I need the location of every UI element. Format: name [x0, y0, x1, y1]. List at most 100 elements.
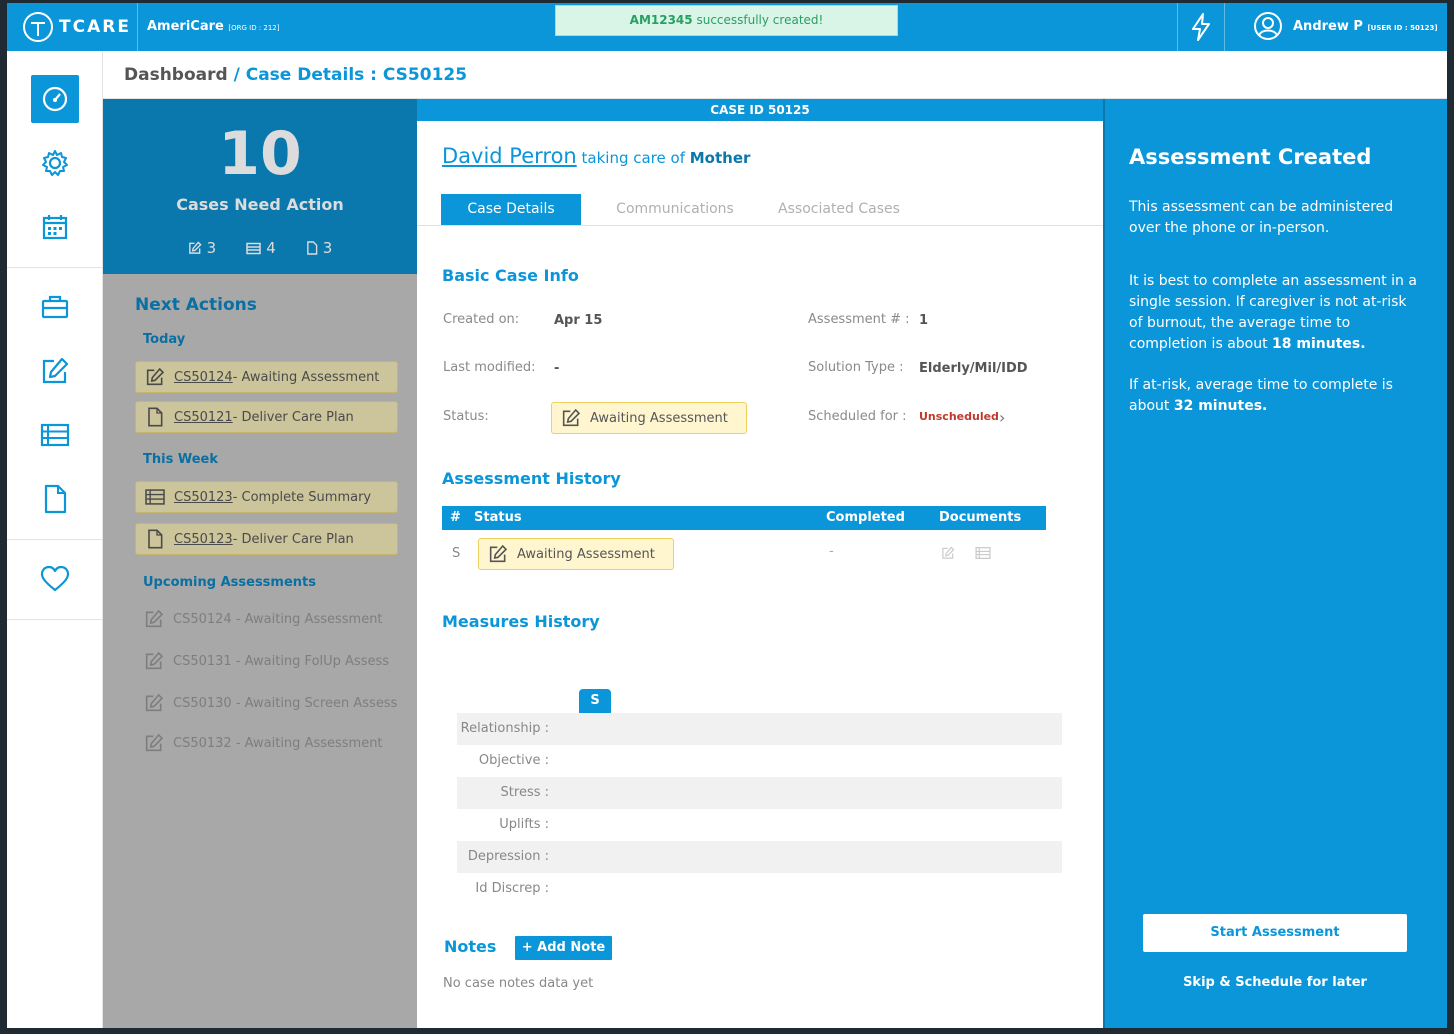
nav-dashboard[interactable] [31, 75, 79, 123]
list-icon[interactable] [975, 545, 991, 564]
action-text: - Deliver Care Plan [232, 409, 354, 425]
col-status: Status [474, 510, 522, 525]
action-case-id[interactable]: CS50124 [174, 370, 233, 385]
skip-schedule-link[interactable]: Skip & Schedule for later [1143, 975, 1407, 990]
measure-label: Uplifts : [499, 817, 549, 832]
next-actions-panel: 10 Cases Need Action 3 4 3 Next Actions … [103, 99, 417, 1028]
measure-row: Relationship : [457, 713, 1062, 745]
case-details-panel: CASE ID 50125 David Perron taking care o… [417, 99, 1103, 1028]
action-item[interactable]: CS50124 - Awaiting Assessment [135, 361, 398, 393]
doc-count-value: 3 [322, 239, 333, 257]
breadcrumb-current: / Case Details : CS50125 [227, 65, 468, 85]
upcoming-text: CS50130 - Awaiting Screen Assess [173, 695, 398, 711]
nav-calendar[interactable] [31, 203, 79, 251]
edit-icon [143, 650, 165, 672]
measure-row: Objective : [457, 745, 1062, 777]
quick-action-button[interactable] [1177, 3, 1225, 51]
bolt-icon [1192, 13, 1210, 41]
measure-row: Uplifts : [457, 809, 1062, 841]
left-nav [7, 51, 103, 1028]
nav-documents[interactable] [31, 475, 79, 523]
action-item[interactable]: CS50123 - Complete Summary [135, 481, 398, 513]
user-menu[interactable]: Andrew P [USER ID : 50123] [1253, 11, 1438, 41]
start-assessment-button[interactable]: Start Assessment [1143, 914, 1407, 952]
nav-divider [7, 539, 103, 540]
upcoming-text: CS50132 - Awaiting Assessment [173, 735, 383, 751]
panel-paragraph: It is best to complete an assessment in … [1129, 271, 1419, 355]
add-note-button[interactable]: + Add Note [515, 936, 612, 960]
chevron-right-icon[interactable]: › [999, 408, 1005, 427]
action-case-id[interactable]: CS50123 [174, 490, 233, 505]
col-documents: Documents [939, 510, 1022, 525]
this-week-label: This Week [143, 452, 218, 467]
edit-count[interactable]: 3 [188, 239, 216, 257]
calendar-icon [42, 215, 68, 240]
list-count[interactable]: 4 [246, 239, 276, 257]
user-name-text: Andrew P [1293, 18, 1363, 34]
toast-message: successfully created! [692, 13, 824, 27]
tab-case-details[interactable]: Case Details [441, 194, 581, 225]
top-bar: TCARE AmeriCare [ORG ID : 212] AM12345 s… [7, 3, 1447, 51]
upcoming-text: CS50131 - Awaiting FolUp Assess [173, 653, 390, 669]
nav-care[interactable] [31, 555, 79, 603]
col-completed: Completed [826, 510, 905, 525]
action-case-id[interactable]: CS50123 [174, 532, 233, 547]
cases-count-label: Cases Need Action [176, 195, 344, 214]
upcoming-item[interactable]: CS50124 - Awaiting Assessment [143, 607, 383, 631]
assessment-history-header: # Status Completed Documents [442, 506, 1046, 530]
scheduled-value[interactable]: Unscheduled [919, 410, 999, 423]
measure-label: Stress : [500, 785, 549, 800]
toast-id: AM12345 [629, 13, 693, 27]
nav-summaries[interactable] [31, 411, 79, 459]
last-modified-value: - [554, 361, 560, 376]
last-modified-label: Last modified: [443, 360, 536, 375]
caregiver-name[interactable]: David Perron [442, 144, 577, 168]
org-id: [ORG ID : 212] [228, 24, 280, 32]
today-label: Today [143, 332, 186, 347]
breadcrumb-dashboard[interactable]: Dashboard [124, 65, 228, 85]
action-text: - Deliver Care Plan [232, 531, 354, 547]
app-window: TCARE AmeriCare [ORG ID : 212] AM12345 s… [7, 3, 1447, 1028]
measures-column-tag[interactable]: S [579, 689, 611, 713]
care-recipient: Mother [689, 149, 751, 167]
edit-icon [561, 408, 581, 428]
assessment-history-title: Assessment History [442, 469, 621, 488]
document-icon [144, 406, 166, 428]
action-text: - Awaiting Assessment [232, 369, 380, 385]
assessment-created-panel: Assessment Created This assessment can b… [1103, 99, 1447, 1028]
upcoming-item[interactable]: CS50130 - Awaiting Screen Assess [143, 691, 397, 715]
panel-title: Assessment Created [1129, 145, 1372, 169]
edit-icon[interactable] [941, 545, 955, 564]
created-label: Created on: [443, 312, 520, 327]
measure-row: Id Discrep : [457, 873, 1062, 905]
logo[interactable]: TCARE [23, 12, 131, 42]
user-id: [USER ID : 50123] [1367, 23, 1438, 32]
upcoming-item[interactable]: CS50131 - Awaiting FolUp Assess [143, 649, 389, 673]
action-case-id[interactable]: CS50121 [174, 410, 233, 425]
basic-case-info-title: Basic Case Info [442, 266, 579, 285]
history-status-badge[interactable]: Awaiting Assessment [478, 538, 674, 570]
created-value: Apr 15 [554, 313, 603, 328]
panel-paragraph: This assessment can be administered over… [1129, 199, 1394, 236]
next-actions-title: Next Actions [135, 295, 257, 315]
status-badge[interactable]: Awaiting Assessment [551, 402, 747, 434]
upcoming-item[interactable]: CS50132 - Awaiting Assessment [143, 731, 383, 755]
org-name-text: AmeriCare [147, 19, 224, 34]
tab-communications[interactable]: Communications [607, 194, 743, 225]
assessment-number-label: Assessment # : [808, 312, 910, 327]
measure-label: Relationship : [460, 721, 549, 736]
action-item[interactable]: CS50121 - Deliver Care Plan [135, 401, 398, 433]
measure-label: Objective : [478, 753, 549, 768]
tab-associated-cases[interactable]: Associated Cases [769, 194, 909, 225]
edit-icon [42, 357, 69, 384]
edit-icon [143, 732, 165, 754]
nav-settings[interactable] [31, 139, 79, 187]
nav-assessments[interactable] [31, 347, 79, 395]
case-id-bar: CASE ID 50125 [417, 99, 1103, 121]
doc-count[interactable]: 3 [306, 239, 333, 257]
heart-icon [40, 565, 70, 592]
action-item[interactable]: CS50123 - Deliver Care Plan [135, 523, 398, 555]
nav-cases[interactable] [31, 283, 79, 331]
list-count-value: 4 [266, 239, 276, 257]
nav-divider [7, 619, 103, 620]
